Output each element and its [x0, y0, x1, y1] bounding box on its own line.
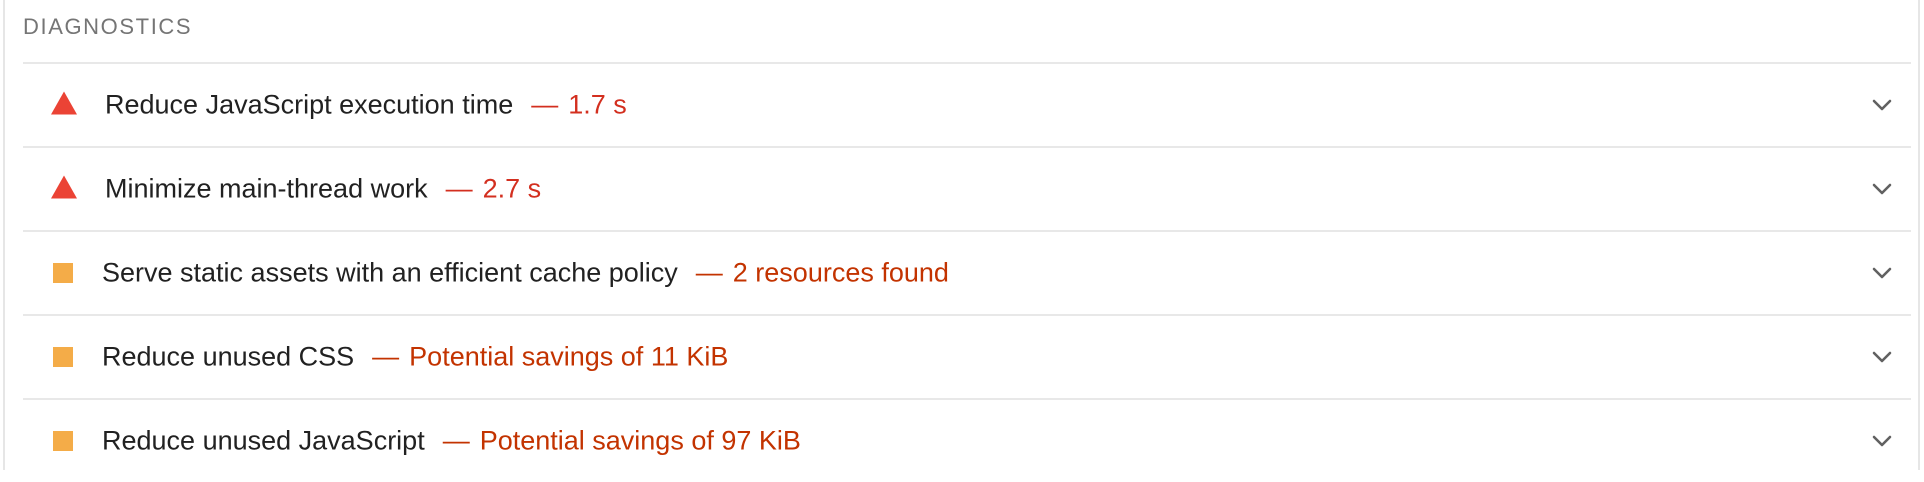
red-triangle-icon: [51, 175, 77, 199]
audit-title-wrapper: Reduce unused CSS — Potential savings of…: [102, 342, 728, 373]
audit-separator: —: [531, 89, 559, 120]
audit-display-value: Potential savings of 11 KiB: [409, 341, 729, 372]
audit-row-javascript-execution-time[interactable]: Reduce JavaScript execution time — 1.7 s: [23, 62, 1911, 146]
orange-square-icon: [53, 347, 73, 367]
audit-separator: —: [372, 341, 400, 372]
audit-row-unused-css[interactable]: Reduce unused CSS — Potential savings of…: [23, 314, 1911, 398]
chevron-down-icon[interactable]: [1871, 434, 1893, 448]
audit-display-value: 2.7 s: [482, 173, 542, 204]
audit-title-wrapper: Minimize main-thread work — 2.7 s: [105, 174, 541, 205]
audit-title: Reduce unused CSS: [102, 341, 355, 372]
audit-separator: —: [695, 257, 723, 288]
audit-title-wrapper: Serve static assets with an efficient ca…: [102, 258, 949, 289]
section-title: DIAGNOSTICS: [23, 14, 193, 39]
diagnostics-panel: DIAGNOSTICS Reduce JavaScript execution …: [3, 0, 1920, 470]
audit-display-value: 1.7 s: [568, 89, 627, 120]
chevron-down-icon[interactable]: [1871, 266, 1893, 280]
audit-title: Reduce unused JavaScript: [102, 425, 425, 456]
audit-separator: —: [442, 425, 470, 456]
audit-title: Minimize main-thread work: [105, 173, 428, 204]
audit-display-value: Potential savings of 97 KiB: [479, 425, 801, 456]
chevron-down-icon[interactable]: [1871, 182, 1893, 196]
audit-list: Reduce JavaScript execution time — 1.7 s…: [23, 62, 1911, 482]
audit-row-cache-policy[interactable]: Serve static assets with an efficient ca…: [23, 230, 1911, 314]
audit-title: Serve static assets with an efficient ca…: [102, 257, 678, 288]
audit-separator: —: [445, 173, 473, 204]
audit-title-wrapper: Reduce JavaScript execution time — 1.7 s: [105, 90, 627, 121]
chevron-down-icon[interactable]: [1871, 98, 1893, 112]
audit-title-wrapper: Reduce unused JavaScript — Potential sav…: [102, 426, 801, 457]
audit-row-main-thread-work[interactable]: Minimize main-thread work — 2.7 s: [23, 146, 1911, 230]
audit-title: Reduce JavaScript execution time: [105, 89, 514, 120]
orange-square-icon: [53, 263, 73, 283]
orange-square-icon: [53, 431, 73, 451]
red-triangle-icon: [51, 91, 77, 115]
audit-row-unused-javascript[interactable]: Reduce unused JavaScript — Potential sav…: [23, 398, 1911, 482]
chevron-down-icon[interactable]: [1871, 350, 1893, 364]
audit-display-value: 2 resources found: [732, 257, 949, 288]
